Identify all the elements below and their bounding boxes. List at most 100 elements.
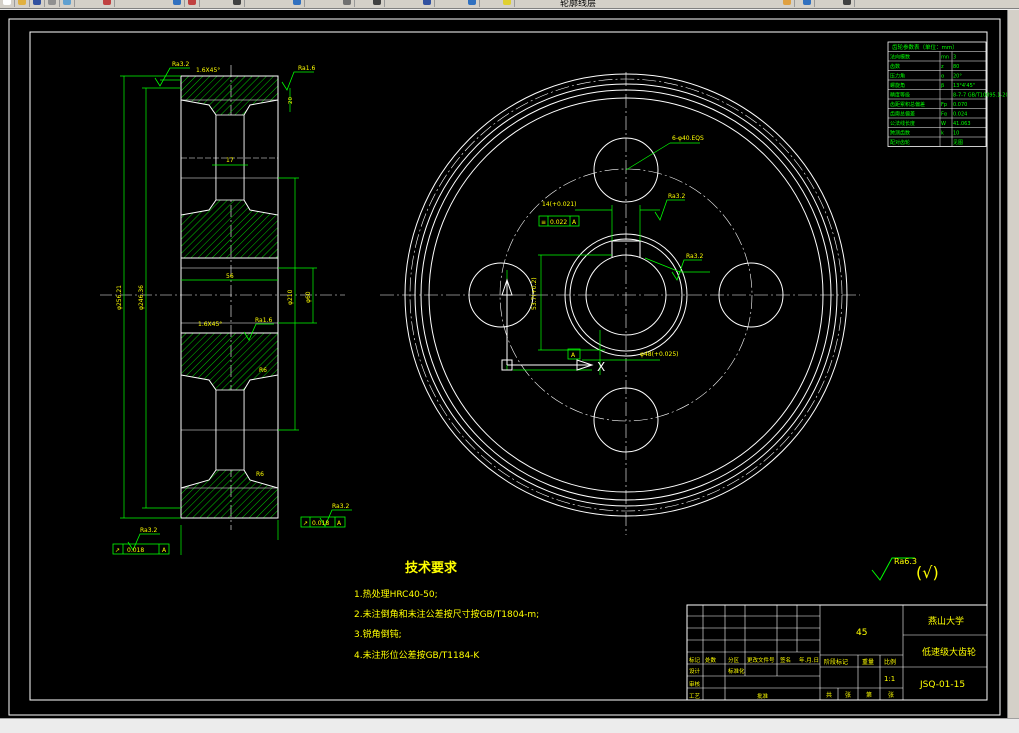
param-table-cell: Fα: [941, 112, 948, 118]
param-table-cell: 13°4'45": [953, 83, 975, 89]
chamfer-mid: 1.6X45°: [198, 321, 222, 328]
new-file-icon[interactable]: [0, 0, 15, 7]
svg-text:第: 第: [866, 691, 872, 699]
dim-hole-2: R6: [256, 471, 264, 478]
param-table-cell: 3: [953, 55, 956, 61]
svg-text:0.018: 0.018: [312, 520, 329, 527]
param-table-cell: z: [941, 64, 944, 70]
param-table-cell: 法向模数: [890, 54, 910, 61]
layer-manager-icon[interactable]: [370, 0, 385, 7]
dim-hole-1: R6: [259, 367, 267, 374]
svg-text:↗: ↗: [303, 520, 308, 527]
roughness-bottom-left: Ra3.2: [140, 527, 157, 534]
svg-text:A: A: [572, 219, 577, 226]
dim-web: 17: [226, 157, 234, 164]
status-bar: [0, 718, 1019, 733]
undo-icon[interactable]: [170, 0, 185, 7]
roughness-top-right: Ra1.6: [298, 65, 315, 72]
vertical-scrollbar[interactable]: [1007, 10, 1019, 718]
requirements: 技术要求 1.热处理HRC40-50; 2.未注倒角和未注公差按尺寸按GB/T1…: [354, 560, 539, 661]
hole-dim: 6-φ40.EQS: [672, 135, 704, 142]
param-table-cell: k: [941, 131, 944, 137]
svg-text:分区: 分区: [728, 656, 740, 664]
help-icon[interactable]: [420, 0, 435, 7]
preview-icon[interactable]: [60, 0, 75, 7]
svg-text:张: 张: [845, 691, 851, 699]
dim-overall-diameter: φ256.21: [116, 285, 123, 310]
svg-text:张: 张: [888, 691, 894, 699]
svg-text:比例: 比例: [884, 658, 896, 666]
param-table-cell: 齿距累积总偏差: [890, 101, 925, 108]
roughness-top-left: Ra3.2: [172, 61, 189, 68]
drawing-svg: Ra3.2 Ra1.6 1.6X45° 1.6X45° Ra1.6 20 17 …: [8, 18, 1015, 716]
cut-icon[interactable]: [100, 0, 115, 7]
roughness-mid: Ra1.6: [255, 317, 272, 324]
param-table-cell: 齿廓总偏差: [890, 111, 915, 118]
param-table-cell: 精度等级: [890, 92, 910, 99]
drawing-number: JSQ-01-15: [919, 680, 965, 690]
param-table-cell: Fp: [941, 102, 947, 108]
param-table-cell: 41.063: [953, 121, 971, 127]
svg-text:Ra6.3: Ra6.3: [894, 557, 917, 566]
match-layer-icon[interactable]: [800, 0, 815, 7]
param-table-cell: 见图: [953, 140, 963, 146]
svg-text:↗: ↗: [115, 547, 120, 554]
param-table-cell: 跨测齿数: [890, 130, 910, 137]
param-table: 齿轮参数表（单位：mm） 法向模数 mn 3 齿数 z 80 压力角 α 20° 螺旋角 β 13°4'…: [887, 41, 1015, 147]
svg-text:工艺: 工艺: [689, 693, 701, 700]
svg-text:标记: 标记: [689, 656, 701, 664]
requirements-title: 技术要求: [405, 560, 458, 576]
properties-icon[interactable]: [340, 0, 355, 7]
redo-icon[interactable]: [185, 0, 200, 7]
svg-text:A: A: [162, 547, 167, 554]
svg-text:处数: 处数: [705, 656, 717, 664]
front-view: ≡ 0.022 A A 6-φ40.EQS 14(+0.021) Ra3.2 R…: [380, 72, 860, 535]
drawing-canvas[interactable]: Ra3.2 Ra1.6 1.6X45° 1.6X45° Ra1.6 20 17 …: [0, 10, 1015, 718]
keyway-dim: 14(+0.021): [542, 201, 577, 208]
param-table-cell: 8-7-7 GB/T10095.1-2008: [953, 93, 1007, 99]
open-folder-icon[interactable]: [15, 0, 30, 7]
param-table-cell: W: [941, 121, 946, 127]
color-control-icon[interactable]: [840, 0, 855, 7]
current-layer-dropdown[interactable]: 轮廓线层: [560, 0, 596, 8]
toolbar: 轮廓线层: [0, 0, 1019, 9]
param-table-cell: 公法线长度: [890, 120, 915, 127]
frame-border: [29, 31, 988, 701]
pan-icon[interactable]: [230, 0, 245, 7]
param-table-cell: β: [941, 83, 944, 89]
svg-text:年.月.日: 年.月.日: [799, 656, 819, 664]
param-table-cell: α: [941, 74, 945, 80]
dim-top-small: 20: [288, 97, 294, 104]
requirement-4: 4.未注形位公差按GB/T1184-K: [354, 649, 480, 661]
roughness-bore: Ra3.2: [686, 253, 703, 260]
svg-text:标准化: 标准化: [728, 667, 745, 675]
layer-previous-icon[interactable]: [780, 0, 795, 7]
svg-text:A: A: [337, 520, 342, 527]
param-table-cell: 10: [953, 131, 959, 137]
svg-text:审核: 审核: [689, 680, 701, 688]
param-table-cell: 0.024: [953, 112, 967, 118]
param-table-cell: 0.070: [953, 102, 967, 108]
side-view: Ra3.2 Ra1.6 1.6X45° 1.6X45° Ra1.6 20 17 …: [100, 61, 352, 555]
layer-state-icon[interactable]: [465, 0, 480, 7]
scale: 1:1: [884, 675, 895, 683]
zoom-icon[interactable]: [290, 0, 305, 7]
param-table-cell: 20°: [953, 74, 962, 80]
surface-finish-symbol: Ra6.3 (√): [871, 557, 939, 582]
dim-inner-rim: φ210: [287, 289, 294, 305]
svg-text:X: X: [597, 360, 605, 374]
material: 45: [856, 628, 867, 638]
print-icon[interactable]: [45, 0, 60, 7]
svg-text:0.018: 0.018: [127, 547, 144, 554]
chamfer-top: 1.6X45°: [196, 67, 220, 74]
layer-bulb-icon[interactable]: [500, 0, 515, 7]
param-table-cell: mn: [941, 55, 949, 61]
requirement-3: 3.锐角倒钝;: [354, 628, 402, 640]
param-table-cell: 齿数: [890, 63, 900, 70]
tolerance-frame-left: ↗ 0.018 A: [112, 543, 170, 555]
param-table-cell: 配对齿轮: [890, 139, 910, 146]
svg-text:0.022: 0.022: [550, 219, 567, 226]
svg-text:阶段标记: 阶段标记: [824, 658, 848, 666]
save-icon[interactable]: [30, 0, 45, 7]
svg-text:批准: 批准: [757, 692, 769, 700]
